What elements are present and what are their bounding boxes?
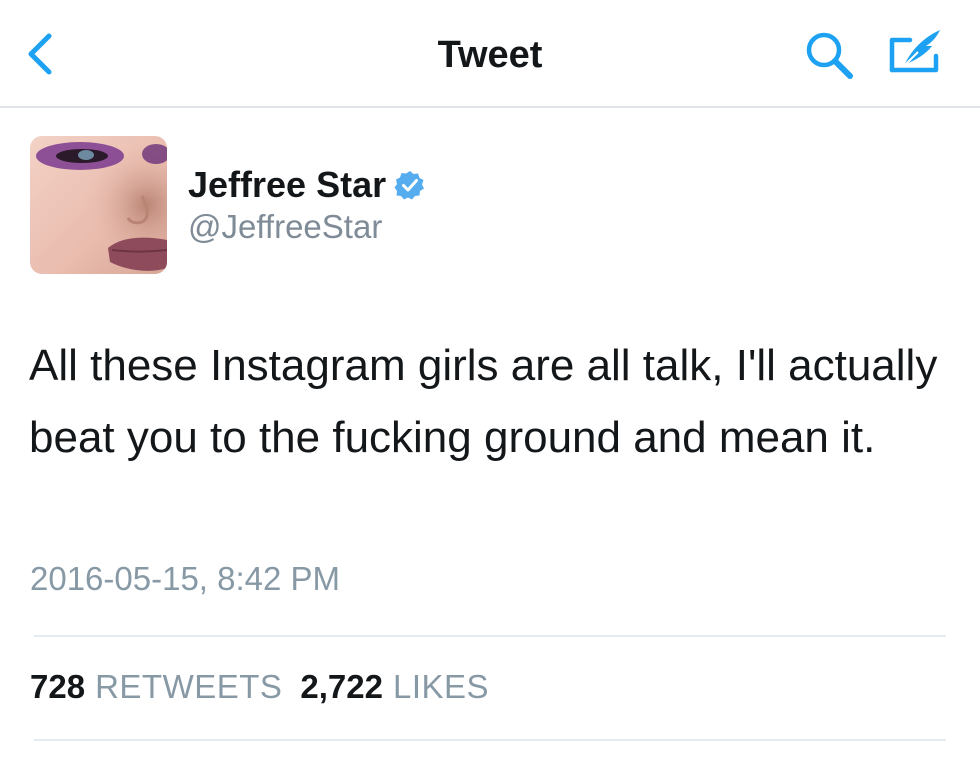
divider [34, 635, 946, 637]
compose-tweet-icon [889, 30, 940, 73]
author-name-row[interactable]: Jeffree Star [188, 163, 426, 207]
author-name: Jeffree Star [188, 164, 387, 205]
avatar-image [30, 136, 167, 274]
tweet-text: All these Instagram girls are all talk, … [29, 341, 938, 462]
verified-badge-icon [394, 171, 425, 200]
search-button[interactable] [800, 28, 860, 82]
divider [34, 739, 946, 741]
avatar[interactable] [30, 136, 167, 274]
like-count[interactable]: 2,722 [300, 668, 383, 706]
retweet-count[interactable]: 728 [30, 668, 85, 706]
compose-tweet-button[interactable] [884, 26, 948, 82]
like-label[interactable]: LIKES [393, 668, 489, 706]
tweet-stats: 728 RETWEETS 2,722 LIKES [30, 666, 507, 708]
navigation-bar: Tweet [0, 0, 980, 108]
tweet-timestamp: 2016-05-15, 8:42 PM [30, 560, 341, 597]
author-handle[interactable]: @JeffreeStar [188, 208, 382, 246]
retweet-label[interactable]: RETWEETS [95, 668, 282, 706]
search-icon [806, 32, 853, 79]
